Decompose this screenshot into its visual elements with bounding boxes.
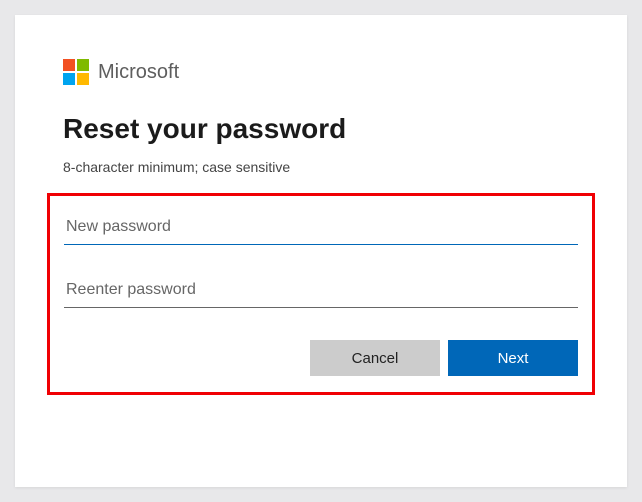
- next-button[interactable]: Next: [448, 340, 578, 376]
- password-hint: 8-character minimum; case sensitive: [63, 159, 579, 175]
- brand-row: Microsoft: [63, 59, 579, 85]
- microsoft-logo-icon: [63, 59, 89, 85]
- form-highlight-box: Cancel Next: [47, 193, 595, 395]
- action-row: Cancel Next: [64, 340, 578, 376]
- new-password-input[interactable]: [64, 210, 578, 245]
- reset-password-card: Microsoft Reset your password 8-characte…: [15, 15, 627, 487]
- reenter-password-input[interactable]: [64, 273, 578, 308]
- brand-name: Microsoft: [98, 61, 179, 84]
- cancel-button[interactable]: Cancel: [310, 340, 440, 376]
- page-title: Reset your password: [63, 113, 579, 145]
